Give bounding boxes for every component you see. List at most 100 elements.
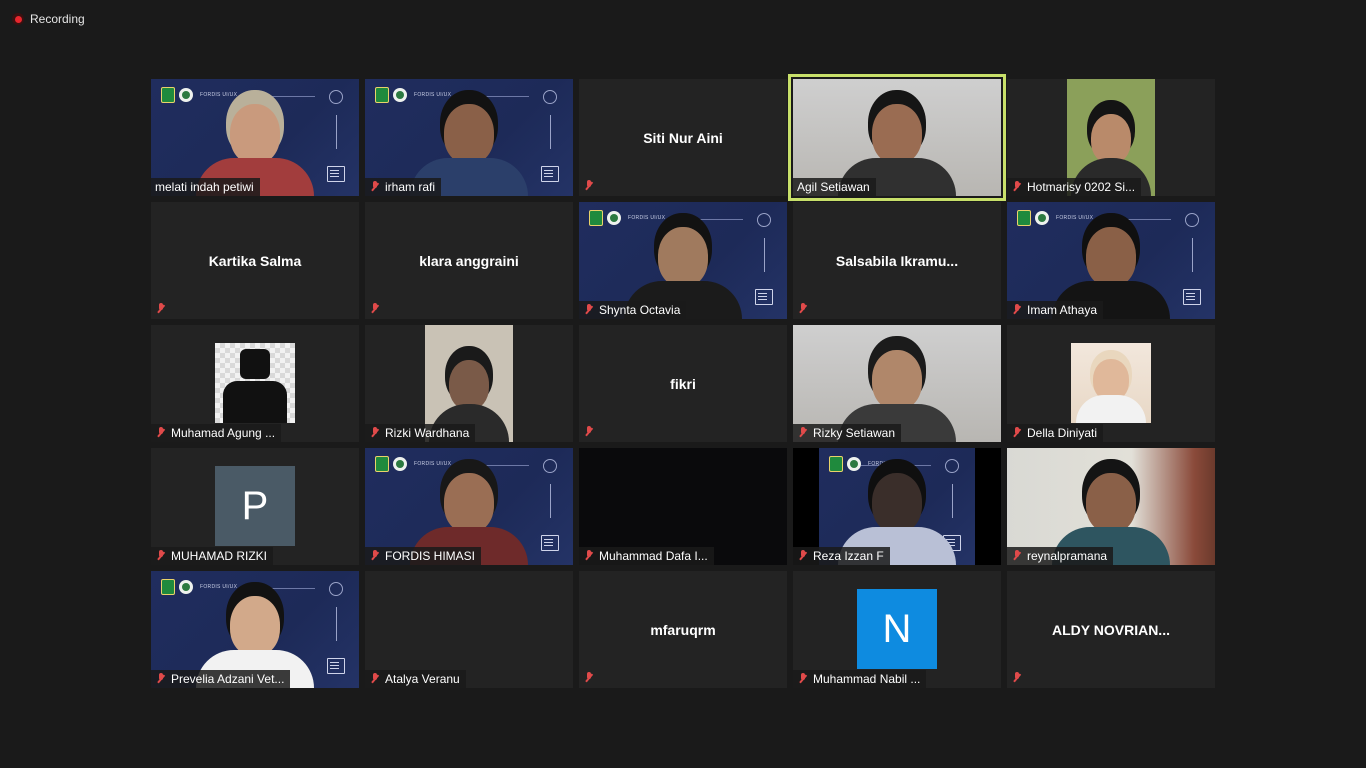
muted-mic-icon: [369, 181, 381, 193]
participant-tile[interactable]: mfaruqrm: [579, 571, 787, 688]
participant-name-center: Siti Nur Aini: [643, 129, 723, 146]
participant-tile[interactable]: Rizki Wardhana: [365, 325, 573, 442]
record-icon: [12, 13, 24, 25]
university-logo-icon: [161, 579, 175, 595]
muted-mic-icon: [583, 672, 595, 684]
presentation-board-icon: [541, 535, 559, 551]
participant-head: [230, 596, 280, 656]
participant-head: [230, 104, 280, 164]
participant-tile[interactable]: Kartika Salma: [151, 202, 359, 319]
participant-tile[interactable]: Muhamad Agung ...: [151, 325, 359, 442]
participant-name: Muhammad Dafa I...: [599, 549, 708, 563]
participant-name: Hotmarisy 0202 Si...: [1027, 180, 1136, 194]
participant-head: [872, 104, 922, 164]
muted-mic-icon: [583, 426, 595, 438]
muted-mic-icon: [1011, 550, 1023, 562]
participant-tile[interactable]: reynalpramana: [1007, 448, 1215, 565]
participant-name-center: Salsabila Ikramu...: [835, 252, 959, 269]
participant-name: melati indah petiwi: [155, 180, 254, 194]
participant-tile[interactable]: P MUHAMAD RIZKI: [151, 448, 359, 565]
globe-icon: [757, 213, 771, 227]
presentation-board-icon: [755, 289, 773, 305]
muted-mic-icon: [583, 550, 595, 562]
globe-icon: [329, 582, 343, 596]
participant-tile[interactable]: Della Diniyati: [1007, 325, 1215, 442]
participant-name-label: Muhammad Nabil ...: [793, 670, 927, 688]
muted-mic-icon: [369, 673, 381, 685]
profile-avatar: N: [857, 589, 937, 669]
participant-tile[interactable]: Siti Nur Aini: [579, 79, 787, 196]
participant-tile[interactable]: Rizky Setiawan: [793, 325, 1001, 442]
fordis-logo-text: FORDIS UI/UX: [200, 584, 238, 590]
fordis-divider: [459, 465, 529, 466]
participant-name-label: reynalpramana: [1007, 547, 1114, 565]
participant-name-label: Reza Izzan F: [793, 547, 890, 565]
muted-mic-icon: [1011, 427, 1023, 439]
fordis-logo-text: FORDIS UI/UX: [1056, 215, 1094, 221]
participant-tile[interactable]: ALDY NOVRIAN...: [1007, 571, 1215, 688]
participant-name: Shynta Octavia: [599, 303, 681, 317]
participant-tile[interactable]: FORDIS UI/UX irham rafi: [365, 79, 573, 196]
participant-tile[interactable]: FORDIS UI/UX Prevelia Adzani Vet...: [151, 571, 359, 688]
participant-tile[interactable]: Agil Setiawan: [788, 74, 1006, 201]
muted-mic-icon: [1011, 181, 1023, 193]
muted-mic-icon: [797, 550, 809, 562]
globe-icon: [945, 459, 959, 473]
avatar-body-shape: [223, 381, 287, 423]
participant-tile[interactable]: Muhammad Dafa I...: [579, 448, 787, 565]
participant-head: [872, 350, 922, 410]
participant-tile[interactable]: N Muhammad Nabil ...: [793, 571, 1001, 688]
fordis-divider-vertical: [336, 607, 337, 641]
fordis-divider-vertical: [1192, 238, 1193, 272]
participant-tile[interactable]: FORDIS UI/UX melati indah petiwi: [151, 79, 359, 196]
muted-mic-icon: [155, 303, 167, 315]
presentation-board-icon: [327, 658, 345, 674]
participant-name: MUHAMAD RIZKI: [171, 549, 267, 563]
muted-mic-icon: [155, 673, 167, 685]
participant-name-label: Muhammad Dafa I...: [579, 547, 714, 565]
participant-name-label: melati indah petiwi: [151, 178, 260, 196]
muted-mic-icon: [369, 550, 381, 562]
participant-tile[interactable]: FORDIS UI/UX Shynta Octavia: [579, 202, 787, 319]
participant-tile[interactable]: Salsabila Ikramu...: [793, 202, 1001, 319]
muted-mic-icon: [1011, 672, 1023, 684]
participant-head: [658, 227, 708, 287]
fordis-divider: [1101, 219, 1171, 220]
participant-name: Imam Athaya: [1027, 303, 1098, 317]
participant-name-label: Della Diniyati: [1007, 424, 1104, 442]
fordis-divider: [245, 96, 315, 97]
fordis-divider: [459, 96, 529, 97]
participant-tile[interactable]: Atalya Veranu: [365, 571, 573, 688]
fordis-logo-text: FORDIS UI/UX: [414, 461, 452, 467]
muted-mic-icon: [797, 303, 809, 315]
participant-name-label: MUHAMAD RIZKI: [151, 547, 273, 565]
participant-head: [444, 473, 494, 533]
recording-label: Recording: [30, 12, 85, 26]
fordis-logo-text: FORDIS UI/UX: [200, 92, 238, 98]
participant-name: Agil Setiawan: [797, 180, 870, 194]
fordis-logos: FORDIS UI/UX: [589, 210, 665, 226]
participant-tile[interactable]: FORDIS UI/UX Imam Athaya: [1007, 202, 1215, 319]
participant-name: Rizky Setiawan: [813, 426, 896, 440]
muted-mic-icon: [797, 673, 809, 685]
recording-indicator[interactable]: Recording: [12, 12, 85, 26]
participant-tile[interactable]: klara anggraini: [365, 202, 573, 319]
participant-name: Della Diniyati: [1027, 426, 1098, 440]
university-logo-icon: [829, 456, 843, 472]
participant-name-label: Prevelia Adzani Vet...: [151, 670, 291, 688]
participant-tile[interactable]: FORDIS UI/UX FORDIS HIMASI: [365, 448, 573, 565]
fordis-logos: FORDIS UI/UX: [829, 456, 905, 472]
muted-mic-icon: [369, 427, 381, 439]
participant-head: [1091, 114, 1131, 164]
participant-name-label: Atalya Veranu: [365, 670, 466, 688]
participant-tile[interactable]: fikri: [579, 325, 787, 442]
fordis-logo-text: FORDIS UI/UX: [628, 215, 666, 221]
participant-tile[interactable]: FORDIS UI/UX Reza Izzan F: [793, 448, 1001, 565]
participant-tile[interactable]: Hotmarisy 0202 Si...: [1007, 79, 1215, 196]
presentation-board-icon: [327, 166, 345, 182]
globe-icon: [329, 90, 343, 104]
muted-mic-icon: [583, 304, 595, 316]
participant-name-center: fikri: [670, 375, 696, 392]
profile-avatar: [215, 343, 295, 423]
himasi-logo-icon: [847, 457, 861, 471]
